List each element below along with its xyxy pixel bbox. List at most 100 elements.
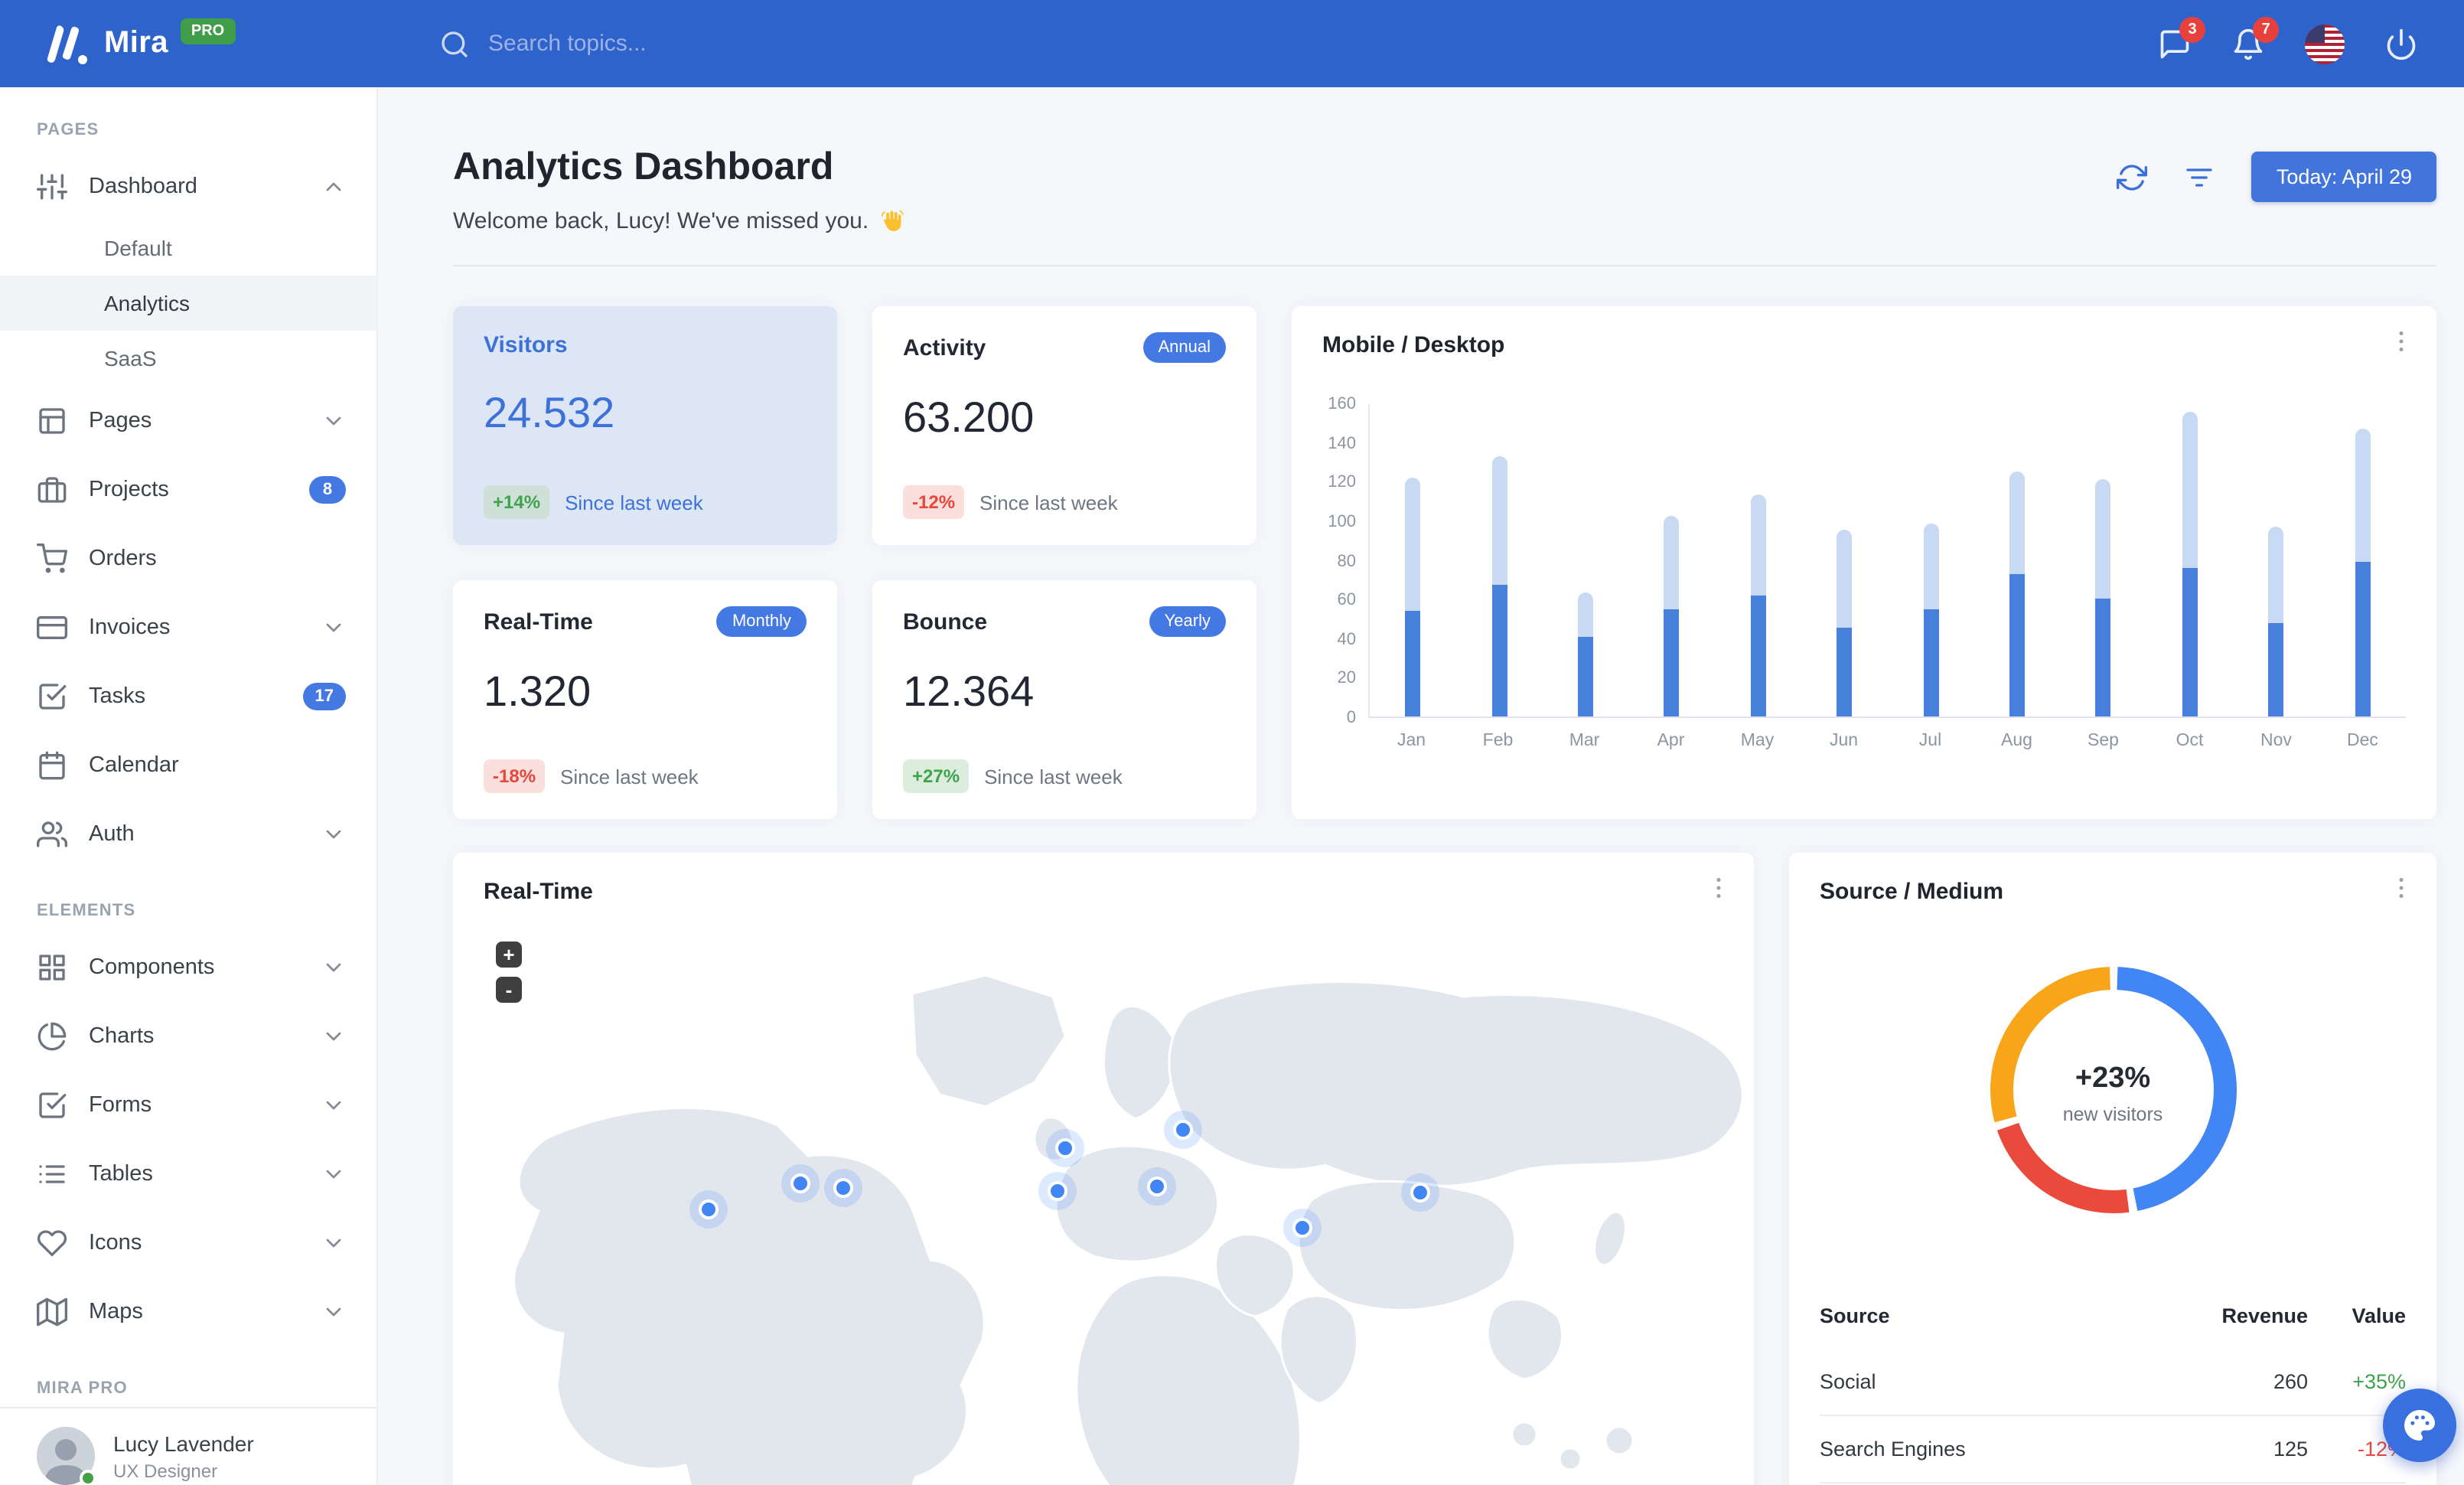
donut-center-value: +23% — [2075, 1062, 2151, 1095]
bar-feb[interactable] — [1491, 455, 1507, 716]
sidebar-item-label: Components — [89, 955, 215, 979]
bar-may[interactable] — [1750, 494, 1766, 716]
sidebar-user[interactable]: Lucy Lavender UX Designer — [0, 1407, 376, 1485]
app-window: Mira PRO 3 7 — [0, 0, 2464, 1485]
sidebar-item-label: Dashboard — [89, 174, 197, 198]
y-tick-label: 60 — [1337, 591, 1357, 610]
table-row-search-engines: Search Engines 125 -12% — [1820, 1415, 2406, 1483]
cell-revenue: 125 — [2170, 1415, 2308, 1483]
map-marker-china[interactable] — [1410, 1183, 1430, 1203]
power-icon — [2387, 28, 2416, 60]
bar-dec[interactable] — [2355, 428, 2371, 716]
map-marker-new-york[interactable] — [833, 1178, 853, 1198]
header-divider — [453, 265, 2436, 266]
brand[interactable]: Mira PRO — [0, 18, 378, 64]
refresh-button[interactable] — [2117, 162, 2148, 192]
map-marker-united-kingdom[interactable] — [1055, 1138, 1075, 1158]
stat-card-real-time: Real-Time Monthly 1.320 -18% Since last week — [453, 580, 837, 819]
map-zoom-out-button[interactable]: - — [496, 977, 522, 1003]
map-marker-western-europe[interactable] — [1048, 1181, 1067, 1201]
sidebar-item-label: Pages — [89, 408, 152, 432]
bar-jul[interactable] — [1923, 524, 1939, 716]
sidebar-item-calendar[interactable]: Calendar — [0, 730, 376, 799]
sidebar-subitem-saas[interactable]: SaaS — [0, 331, 376, 386]
world-map[interactable]: + - — [453, 926, 1754, 1485]
stat-title: Real-Time — [484, 609, 593, 635]
source-menu-button[interactable] — [2387, 874, 2415, 909]
notifications-button[interactable]: 7 — [2231, 16, 2279, 60]
x-tick-label: Feb — [1482, 732, 1514, 750]
bar-jan[interactable] — [1405, 477, 1421, 716]
stat-period-badge[interactable]: Annual — [1142, 332, 1226, 363]
sidebar-item-dashboard[interactable]: Dashboard — [0, 152, 376, 220]
sidebar-item-tasks[interactable]: Tasks 17 — [0, 661, 376, 730]
sidebar-item-auth[interactable]: Auth — [0, 799, 376, 868]
sidebar-subitem-analytics[interactable]: Analytics — [0, 276, 376, 331]
bar-segment-desktop — [2009, 471, 2026, 573]
stat-period-badge[interactable]: Monthly — [716, 606, 807, 637]
map-marker-russia[interactable] — [1173, 1120, 1193, 1140]
calendar-icon — [39, 750, 65, 779]
bar-mar[interactable] — [1578, 592, 1594, 716]
sidebar-item-charts[interactable]: Charts — [0, 1001, 376, 1070]
stat-card-bounce: Bounce Yearly 12.364 +27% Since last week — [872, 580, 1256, 819]
y-tick-label: 120 — [1328, 473, 1356, 492]
bar-segment-mobile — [2268, 622, 2284, 716]
x-tick-label: Aug — [2001, 732, 2032, 750]
sidebar-item-label: Orders — [89, 546, 157, 570]
bar-apr[interactable] — [1664, 516, 1680, 716]
chart-y-axis: 0 20 40 60 80 100 120 140 160 — [1322, 395, 1368, 727]
sidebar-item-label: Charts — [89, 1023, 155, 1048]
sidebar-item-maps[interactable]: Maps — [0, 1277, 376, 1346]
y-tick-label: 140 — [1328, 434, 1356, 453]
bar-segment-mobile — [2095, 599, 2111, 716]
map-marker-eastern-europe[interactable] — [1147, 1177, 1167, 1196]
map-marker-india[interactable] — [1292, 1218, 1312, 1238]
stat-caption: Since last week — [560, 765, 699, 788]
stat-caption: Since last week — [565, 491, 703, 514]
sidebar-item-orders[interactable]: Orders — [0, 524, 376, 592]
stat-card-activity: Activity Annual 63.200 -12% Since last week — [872, 306, 1256, 545]
search-input[interactable] — [488, 31, 947, 57]
filter-button[interactable] — [2185, 162, 2215, 192]
map-menu-button[interactable] — [1705, 874, 1732, 909]
sidebar-item-label: Tasks — [89, 684, 146, 708]
sidebar-item-forms[interactable]: Forms — [0, 1070, 376, 1139]
bar-jun[interactable] — [1837, 530, 1853, 716]
messages-button[interactable]: 3 — [2158, 16, 2205, 60]
logo-text: Mira — [104, 26, 168, 60]
language-flag-us-icon[interactable] — [2305, 24, 2345, 64]
stat-period-badge[interactable]: Yearly — [1149, 606, 1226, 637]
y-tick-label: 0 — [1346, 709, 1356, 727]
stat-delta: -18% — [484, 759, 546, 793]
x-tick-label: Apr — [1657, 732, 1685, 750]
x-tick-label: Jun — [1829, 732, 1859, 750]
theme-settings-fab[interactable] — [2383, 1389, 2456, 1462]
credit-card-icon — [37, 615, 67, 638]
cell-source: Search Engines — [1820, 1415, 2170, 1483]
search-bar[interactable] — [439, 28, 2158, 59]
sign-out-button[interactable] — [2384, 27, 2418, 60]
sliders-icon — [37, 173, 67, 199]
sidebar-item-pages[interactable]: Pages — [0, 386, 376, 455]
sidebar-item-invoices[interactable]: Invoices — [0, 592, 376, 661]
more-vertical-icon — [1716, 877, 1721, 899]
chart-menu-button[interactable] — [2387, 328, 2415, 363]
pro-badge: PRO — [180, 18, 236, 44]
map-marker-toronto[interactable] — [790, 1173, 810, 1193]
date-button[interactable]: Today: April 29 — [2251, 152, 2436, 202]
sidebar-item-components[interactable]: Components — [0, 932, 376, 1001]
bar-aug[interactable] — [2009, 471, 2026, 716]
map-zoom-in-button[interactable]: + — [496, 942, 522, 968]
sidebar-item-icons[interactable]: Icons — [0, 1208, 376, 1277]
bar-sep[interactable] — [2095, 478, 2111, 716]
map-marker-san-francisco[interactable] — [699, 1199, 719, 1219]
sidebar-subitem-default[interactable]: Default — [0, 220, 376, 276]
sidebar-item-projects[interactable]: Projects 8 — [0, 455, 376, 524]
bar-segment-mobile — [2009, 573, 2026, 716]
bar-nov[interactable] — [2268, 526, 2284, 716]
x-tick-label: Oct — [2176, 732, 2204, 750]
bar-oct[interactable] — [2182, 412, 2198, 716]
sidebar: PAGES Dashboard Default Analytics SaaS Pages P… — [0, 87, 378, 1485]
sidebar-item-tables[interactable]: Tables — [0, 1139, 376, 1208]
